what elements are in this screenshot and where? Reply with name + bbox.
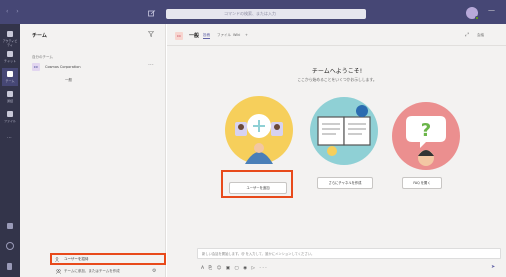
teams-panel: チーム 自分のチーム CC Cosmos Corporation ··· 一般 [20, 24, 166, 277]
channel-main: CC 一般 投稿 ファイル Wiki + ⤢ 会議 チームへようこそ! ここから… [167, 24, 506, 277]
search-input[interactable]: コマンドの検索、または入力 [166, 9, 366, 19]
rail-more-apps[interactable]: ··· [2, 130, 18, 148]
rail-item-label: チャット [4, 59, 16, 63]
invite-label: ユーザーを招待 [64, 257, 89, 261]
compose-icon[interactable] [148, 10, 156, 17]
filter-icon[interactable] [147, 31, 155, 39]
join-team-icon [55, 269, 62, 274]
bell-icon [7, 31, 13, 37]
meeting-button[interactable]: 会議 [477, 33, 484, 38]
help-icon [6, 242, 14, 250]
welcome-title: チームへようこそ! [311, 68, 363, 75]
format-icon[interactable]: A [201, 266, 206, 271]
presence-status-icon [475, 16, 479, 20]
faq-illustration: ? [392, 102, 460, 170]
more-options-icon[interactable]: — [488, 6, 495, 14]
compose-input[interactable]: 新しい会話を開始します。@ を入力して、誰かにメンションしてください。 [197, 248, 501, 259]
emoji-icon[interactable]: ☺ [217, 266, 223, 271]
app-rail: アクティビティ チャット チーム 通話 ファイル ··· [0, 24, 20, 277]
panel-title: チーム [32, 33, 47, 39]
more-icon[interactable]: ··· [259, 266, 268, 271]
rail-item-files[interactable]: ファイル [2, 108, 18, 126]
rail-item-activity[interactable]: アクティビティ [2, 28, 18, 47]
rail-item-calls[interactable]: 通話 [2, 88, 18, 106]
add-people-illustration [225, 96, 293, 164]
highlight-frame [221, 170, 293, 198]
expand-icon[interactable]: ⤢ [465, 32, 469, 38]
phone-device-icon [7, 263, 12, 270]
apps-icon [7, 223, 13, 229]
meet-icon[interactable]: ◉ [243, 266, 248, 271]
rail-item-chat[interactable]: チャット [2, 48, 18, 66]
rail-item-apps[interactable] [2, 220, 18, 238]
create-channel-button[interactable]: さらにチャネルを作成 [317, 177, 373, 189]
add-user-icon [55, 257, 60, 262]
section-label: 自分のチーム [32, 55, 53, 59]
gif-icon[interactable]: ▣ [226, 266, 232, 271]
tab-add[interactable]: + [245, 33, 248, 37]
ellipsis-icon: ··· [7, 135, 12, 141]
rail-item-label: ファイル [3, 119, 16, 123]
nav-arrows-icon[interactable]: ‹ › [6, 8, 22, 15]
teams-icon [7, 71, 13, 77]
tab-posts[interactable]: 投稿 [203, 33, 210, 39]
team-item[interactable]: CC Cosmos Corporation ··· [28, 61, 178, 74]
join-create-team-button[interactable]: チームに参加、またはチームを作成 ⚙ [55, 268, 162, 276]
invite-people-button[interactable]: ユーザーを招待 [50, 253, 166, 265]
chat-icon [7, 51, 13, 57]
stream-icon[interactable]: ▷ [252, 266, 257, 271]
rail-item-device[interactable] [2, 260, 18, 277]
tab-wiki[interactable]: Wiki [233, 33, 240, 37]
more-options-icon[interactable]: ··· [148, 62, 154, 69]
open-faq-button[interactable]: FAQ を開く [402, 177, 442, 189]
title-bar: ‹ › コマンドの検索、または入力 — [0, 0, 506, 24]
rail-item-teams[interactable]: チーム [2, 68, 18, 86]
send-icon[interactable]: ➤ [491, 264, 495, 270]
file-icon [7, 111, 13, 117]
rail-item-help[interactable] [2, 240, 18, 258]
channel-name: 一般 [65, 78, 72, 82]
channel-header: CC 一般 投稿 ファイル Wiki + ⤢ 会議 [167, 24, 506, 46]
rail-item-label: アクティビティ [2, 39, 18, 47]
phone-icon [7, 91, 13, 97]
tab-files[interactable]: ファイル [217, 33, 231, 38]
channel-title: 一般 [189, 33, 200, 39]
team-avatar: CC [32, 63, 40, 71]
join-label: チームに参加、またはチームを作成 [64, 269, 120, 273]
rail-item-label: チーム [5, 79, 15, 83]
team-badge: CC [175, 32, 183, 40]
rail-item-label: 通話 [6, 99, 13, 103]
team-name: Cosmos Corporation [45, 65, 81, 69]
channel-item[interactable]: 一般 [28, 75, 178, 85]
svg-text:?: ? [421, 120, 431, 141]
sticker-icon[interactable]: ▢ [234, 266, 240, 271]
attach-icon[interactable]: ⎘ [209, 266, 214, 271]
welcome-subtitle: ここから始めることをいくつかお示しします。 [297, 77, 377, 82]
gear-icon[interactable]: ⚙ [152, 268, 156, 274]
create-channel-illustration [310, 97, 378, 165]
compose-toolbar: A ⎘ ☺ ▣ ▢ ◉ ▷ ··· [201, 265, 268, 271]
